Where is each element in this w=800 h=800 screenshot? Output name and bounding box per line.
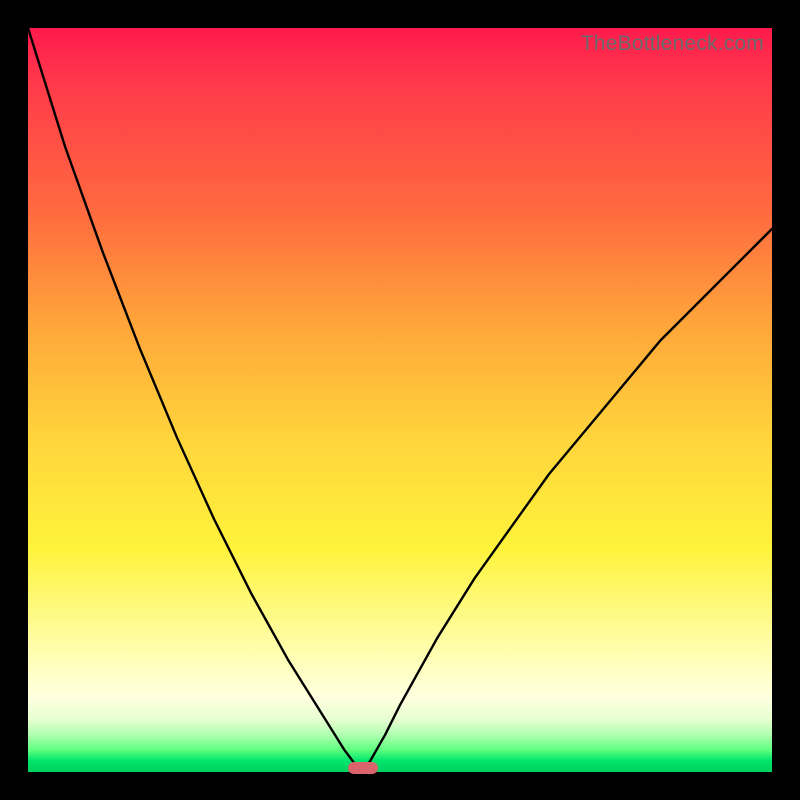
watermark-text: TheBottleneck.com (581, 32, 764, 56)
bottleneck-curve (28, 28, 772, 772)
optimum-marker (348, 762, 378, 774)
right-curve-path (363, 229, 772, 772)
left-curve-path (28, 28, 363, 772)
chart-frame: TheBottleneck.com (0, 0, 800, 800)
plot-area: TheBottleneck.com (28, 28, 772, 772)
